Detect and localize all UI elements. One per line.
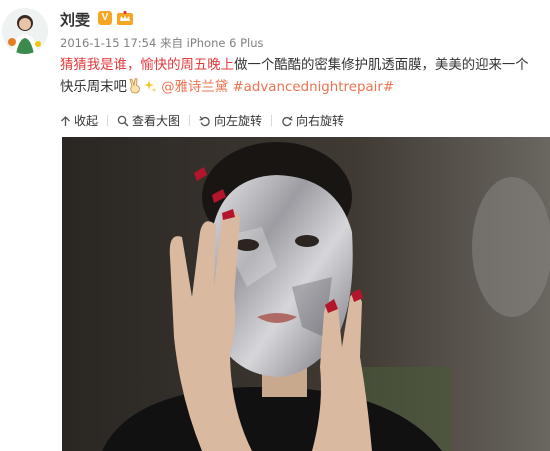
- post-text-body: 做一个酷酷的密集修护肌透面膜，美美的迎来一个: [234, 58, 529, 73]
- rotate-left-button[interactable]: 向左旋转: [199, 112, 262, 129]
- rotate-right-button[interactable]: 向右旋转: [281, 112, 344, 129]
- collapse-button[interactable]: 收起: [60, 112, 98, 129]
- view-large-label: 查看大图: [132, 114, 181, 128]
- toolbar-divider: [189, 115, 191, 126]
- avatar[interactable]: [2, 8, 48, 54]
- member-crown-icon[interactable]: [116, 10, 134, 26]
- sparkles-emoji: [143, 80, 156, 92]
- device-link[interactable]: iPhone 6 Plus: [187, 36, 264, 50]
- arrow-up-icon: [61, 116, 70, 126]
- toolbar-divider: [271, 115, 273, 126]
- rotate-left-label: 向左旋转: [214, 114, 263, 128]
- photo-illustration: [62, 137, 550, 451]
- rotate-left-icon: [199, 116, 210, 127]
- toolbar-divider: [107, 115, 109, 126]
- username[interactable]: 刘雯: [60, 9, 90, 30]
- collapse-label: 收起: [74, 114, 99, 128]
- weibo-post: 刘雯 V 2016-1-15 17:54 来自 iPhone 6 Plus 猜猜…: [0, 0, 550, 451]
- post-timestamp[interactable]: 2016-1-15 17:54: [60, 36, 156, 50]
- magnifier-icon: [117, 115, 129, 127]
- post-meta: 2016-1-15 17:54 来自 iPhone 6 Plus: [60, 35, 263, 51]
- hashtag-link[interactable]: #advancednightrepair#: [232, 80, 394, 95]
- victory-hand-emoji: [129, 78, 140, 94]
- post-text: 猜猜我是谁，愉快的周五晚上做一个酷酷的密集修护肌透面膜，美美的迎来一个 快乐周末…: [60, 55, 548, 99]
- post-text-line2: 快乐周末吧 @雅诗兰黛 #advancednightrepair#: [60, 77, 548, 99]
- post-photo[interactable]: [62, 137, 550, 451]
- avatar-icon: [2, 8, 48, 54]
- image-toolbar: 收起 查看大图 向左旋转 向右旋转: [60, 112, 353, 129]
- post-text-end: 快乐周末吧: [60, 80, 127, 95]
- source-prefix: 来自: [159, 36, 183, 50]
- highlight-text-2: 愉快的周五晚上: [140, 58, 235, 73]
- verified-icon: V: [98, 11, 112, 25]
- rotate-right-icon: [282, 116, 293, 127]
- view-large-button[interactable]: 查看大图: [117, 112, 180, 129]
- mention-link[interactable]: @雅诗兰黛: [161, 80, 228, 95]
- post-text-line1: 猜猜我是谁，愉快的周五晚上做一个酷酷的密集修护肌透面膜，美美的迎来一个: [60, 55, 548, 77]
- rotate-right-label: 向右旋转: [296, 114, 345, 128]
- highlight-text-1: 猜猜我是谁，: [60, 58, 141, 73]
